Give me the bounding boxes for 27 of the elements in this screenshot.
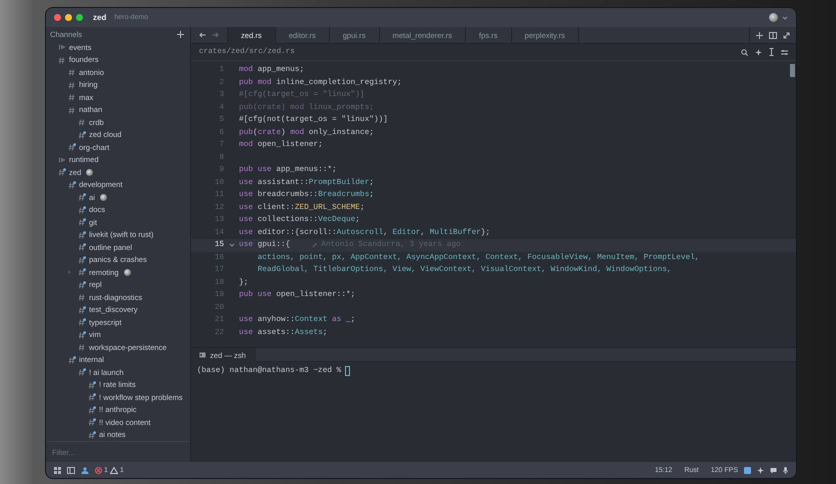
scrollbar-thumb[interactable] bbox=[790, 64, 795, 77]
outline-icon[interactable] bbox=[67, 466, 75, 474]
fold-chevron-icon[interactable] bbox=[228, 242, 234, 248]
chevron-down-icon bbox=[782, 14, 788, 20]
back-arrow-icon[interactable] bbox=[199, 32, 206, 38]
maximize-icon[interactable] bbox=[783, 32, 790, 38]
sparkle-icon[interactable] bbox=[755, 48, 762, 56]
sparkle-icon[interactable] bbox=[757, 466, 764, 474]
grid-icon[interactable] bbox=[54, 466, 61, 474]
people-icon[interactable] bbox=[81, 466, 89, 474]
avatar-icon[interactable] bbox=[769, 13, 778, 22]
search-icon[interactable] bbox=[741, 48, 748, 56]
plus-icon[interactable] bbox=[756, 32, 763, 38]
sliders-icon[interactable] bbox=[781, 48, 788, 56]
warning-icon[interactable] bbox=[110, 466, 118, 474]
app-name: zed bbox=[93, 13, 106, 22]
split-pane-icon[interactable] bbox=[769, 32, 777, 38]
zoom-button[interactable] bbox=[76, 14, 83, 21]
close-button[interactable] bbox=[54, 14, 61, 21]
chat-icon[interactable] bbox=[770, 466, 777, 474]
terminal-cursor bbox=[345, 366, 350, 376]
minimize-button[interactable] bbox=[65, 14, 72, 21]
microphone-icon[interactable] bbox=[783, 466, 788, 474]
terminal-icon bbox=[199, 352, 206, 358]
error-icon[interactable] bbox=[95, 466, 102, 474]
plus-icon[interactable] bbox=[177, 30, 184, 38]
text-cursor-icon[interactable] bbox=[769, 48, 774, 56]
